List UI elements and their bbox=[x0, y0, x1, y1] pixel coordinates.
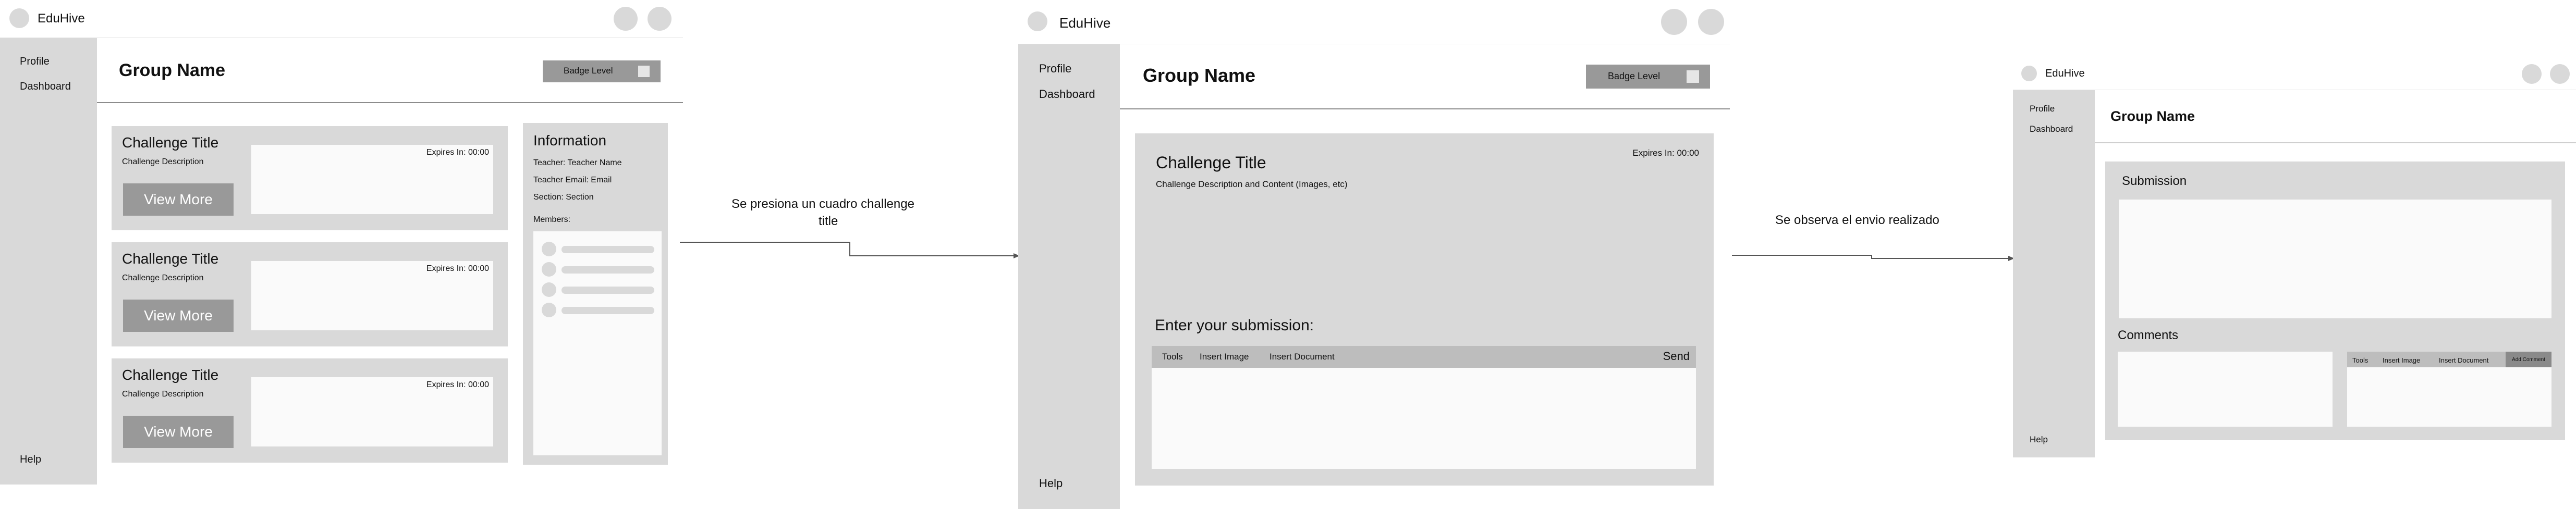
notification-icon[interactable] bbox=[1661, 9, 1687, 35]
members-label: Members: bbox=[533, 215, 571, 224]
user-avatar-icon[interactable] bbox=[1698, 9, 1724, 35]
submission-editor[interactable] bbox=[1152, 368, 1696, 469]
notification-icon[interactable] bbox=[2522, 64, 2542, 84]
flow-annotation-2: Se observa el envio realizado bbox=[1775, 213, 1939, 227]
comment-editor[interactable] bbox=[2347, 367, 2551, 427]
challenge-title: Challenge Title bbox=[122, 367, 219, 383]
sidebar-item-profile[interactable]: Profile bbox=[2030, 104, 2055, 114]
member-name-bar bbox=[561, 266, 654, 274]
view-more-button[interactable]: View More bbox=[123, 416, 234, 448]
member-avatar bbox=[542, 282, 556, 297]
member-avatar bbox=[542, 303, 556, 317]
page-title: Group Name bbox=[1143, 65, 1256, 86]
screen-submission-result: EduHive Profile Dashboard Help Group Nam… bbox=[2013, 57, 2576, 462]
challenge-description: Challenge Description and Content (Image… bbox=[1156, 179, 1348, 189]
badge-level-label: Badge Level bbox=[564, 66, 613, 76]
app-logo-icon bbox=[2021, 66, 2037, 81]
section-info: Section: Section bbox=[533, 193, 594, 202]
view-more-button[interactable]: View More bbox=[123, 183, 234, 216]
challenge-card[interactable]: Challenge Title Challenge Description Ex… bbox=[112, 242, 508, 346]
comments-list bbox=[2118, 352, 2333, 427]
sidebar: Profile Dashboard Help bbox=[2013, 90, 2095, 457]
challenge-description: Challenge Description bbox=[122, 390, 204, 399]
sidebar: Profile Dashboard Help bbox=[0, 38, 97, 485]
challenge-detail-panel: Challenge Title Expires In: 00:00 Challe… bbox=[1135, 133, 1714, 486]
challenge-expiry: Expires In: 00:00 bbox=[1632, 148, 1699, 158]
app-logo-icon bbox=[9, 8, 29, 28]
sidebar-item-profile[interactable]: Profile bbox=[1039, 62, 1071, 76]
flow-arrow-2 bbox=[1732, 255, 2015, 261]
sidebar-item-dashboard[interactable]: Dashboard bbox=[1039, 88, 1095, 101]
member-avatar bbox=[542, 262, 556, 277]
challenge-expiry: Expires In: 00:00 bbox=[426, 380, 489, 389]
badge-icon bbox=[1687, 70, 1699, 83]
insert-document-button[interactable]: Insert Document bbox=[2439, 356, 2488, 364]
tools-menu[interactable]: Tools bbox=[2352, 356, 2368, 364]
badge-level[interactable]: Badge Level bbox=[543, 60, 661, 82]
submission-content bbox=[2119, 200, 2551, 318]
page-title: Group Name bbox=[2110, 108, 2195, 124]
app-logo-icon bbox=[1028, 11, 1047, 31]
members-list bbox=[533, 231, 662, 455]
challenge-card[interactable]: Challenge Title Challenge Description Ex… bbox=[112, 358, 508, 463]
challenge-preview: Expires In: 00:00 bbox=[251, 261, 493, 330]
title-divider bbox=[2095, 142, 2576, 143]
member-avatar bbox=[542, 242, 556, 256]
submission-label: Submission bbox=[2122, 174, 2187, 188]
view-more-button[interactable]: View More bbox=[123, 300, 234, 332]
comment-toolbar: Tools Insert Image Insert Document Add C… bbox=[2347, 352, 2551, 367]
app-name: EduHive bbox=[1059, 15, 1111, 31]
sidebar-item-help[interactable]: Help bbox=[1039, 477, 1063, 490]
sidebar: Profile Dashboard Help bbox=[1018, 44, 1120, 509]
information-panel: Information Teacher: Teacher Name Teache… bbox=[523, 123, 668, 465]
page-title: Group Name bbox=[119, 60, 226, 80]
member-name-bar bbox=[561, 287, 654, 294]
badge-icon bbox=[638, 66, 650, 77]
title-divider bbox=[97, 102, 683, 103]
challenge-expiry: Expires In: 00:00 bbox=[426, 264, 489, 273]
add-comment-button[interactable]: Add Comment bbox=[2506, 352, 2551, 367]
sidebar-item-help[interactable]: Help bbox=[20, 454, 41, 466]
challenge-preview: Expires In: 00:00 bbox=[251, 377, 493, 446]
submission-prompt: Enter your submission: bbox=[1155, 317, 1314, 334]
user-avatar-icon[interactable] bbox=[2550, 64, 2570, 84]
challenge-card[interactable]: Challenge Title Challenge Description Ex… bbox=[112, 126, 508, 230]
teacher-name: Teacher: Teacher Name bbox=[533, 158, 622, 167]
challenge-description: Challenge Description bbox=[122, 274, 204, 282]
challenge-title: Challenge Title bbox=[1156, 153, 1266, 172]
flow-annotation-1-line2: title bbox=[819, 214, 838, 228]
challenge-expiry: Expires In: 00:00 bbox=[426, 148, 489, 157]
challenge-title: Challenge Title bbox=[122, 251, 219, 267]
challenge-description: Challenge Description bbox=[122, 157, 204, 166]
editor-toolbar: Tools Insert Image Insert Document Send bbox=[1152, 346, 1696, 368]
badge-level-label: Badge Level bbox=[1608, 71, 1661, 81]
flow-annotation-1-line1: Se presiona un cuadro challenge bbox=[731, 197, 914, 211]
challenge-preview: Expires In: 00:00 bbox=[251, 145, 493, 214]
screen-group-dashboard: EduHive Profile Dashboard Help Group Nam… bbox=[0, 0, 683, 485]
information-title: Information bbox=[533, 132, 607, 148]
sidebar-item-dashboard[interactable]: Dashboard bbox=[20, 81, 71, 93]
tools-menu[interactable]: Tools bbox=[1162, 352, 1183, 362]
submission-panel: Submission Comments Tools Insert Image I… bbox=[2105, 162, 2565, 440]
insert-document-button[interactable]: Insert Document bbox=[1269, 352, 1335, 362]
challenge-title: Challenge Title bbox=[122, 134, 219, 151]
teacher-email: Teacher Email: Email bbox=[533, 176, 612, 184]
insert-image-button[interactable]: Insert Image bbox=[1200, 352, 1249, 362]
user-avatar-icon[interactable] bbox=[648, 7, 672, 31]
app-name: EduHive bbox=[38, 11, 85, 26]
badge-level[interactable]: Badge Level bbox=[1586, 65, 1710, 89]
flow-arrow-1 bbox=[680, 242, 1020, 258]
sidebar-item-help[interactable]: Help bbox=[2030, 434, 2048, 445]
sidebar-item-dashboard[interactable]: Dashboard bbox=[2030, 124, 2073, 134]
title-divider bbox=[1120, 108, 1730, 109]
notification-icon[interactable] bbox=[614, 7, 638, 31]
member-name-bar bbox=[561, 246, 654, 253]
sidebar-item-profile[interactable]: Profile bbox=[20, 56, 50, 68]
send-button[interactable]: Send bbox=[1663, 350, 1690, 363]
member-name-bar bbox=[561, 307, 654, 314]
screen-challenge-detail: EduHive Profile Dashboard Help Group Nam… bbox=[1018, 0, 1730, 509]
insert-image-button[interactable]: Insert Image bbox=[2383, 356, 2420, 364]
app-name: EduHive bbox=[2045, 68, 2085, 79]
comments-label: Comments bbox=[2118, 328, 2179, 342]
